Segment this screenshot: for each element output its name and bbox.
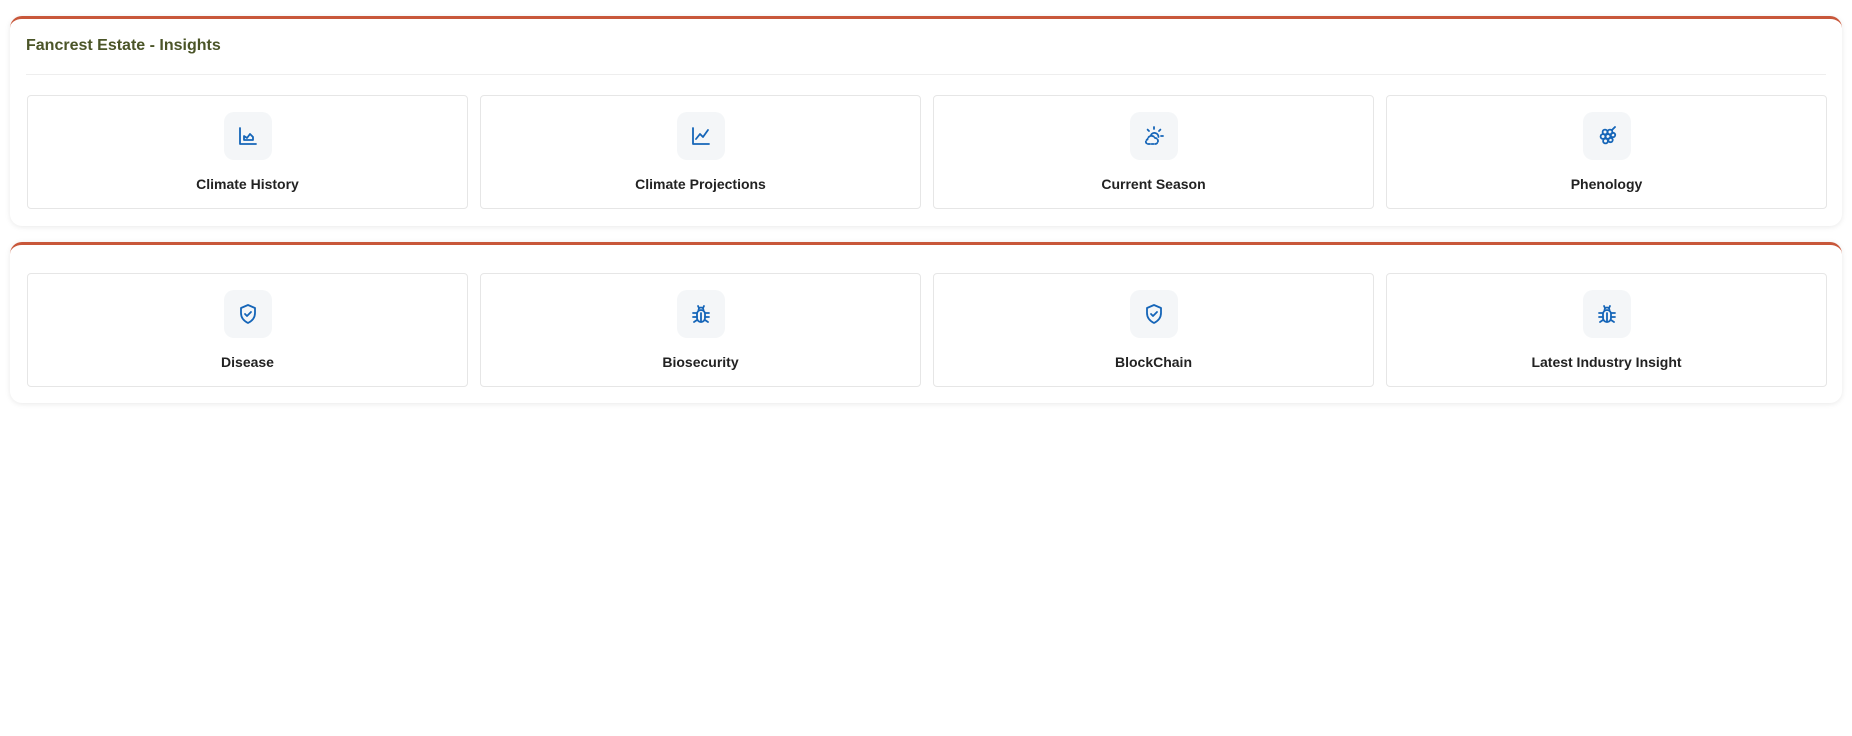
card-label: Disease [221,354,274,370]
biosecurity-card[interactable]: Biosecurity [480,273,921,387]
climate-projections-card[interactable]: Climate Projections [480,95,921,209]
phenology-card[interactable]: Phenology [1386,95,1827,209]
card-label: Phenology [1570,176,1643,192]
panel-title: Fancrest Estate - Insights [26,37,221,54]
blockchain-card[interactable]: BlockChain [933,273,1374,387]
card-label: Latest Industry Insight [1531,354,1682,370]
insights-card-grid: Climate History Climate Projections Curr… [27,95,1827,209]
current-season-card[interactable]: Current Season [933,95,1374,209]
bug-icon [676,290,725,338]
insights-panel: Fancrest Estate - Insights Climate Histo… [10,16,1842,226]
panel-divider [26,74,1826,75]
climate-history-card[interactable]: Climate History [27,95,468,209]
card-label: Climate Projections [635,176,766,192]
line-chart-icon [676,112,725,160]
risk-card-grid: Disease Biosecurity BlockChain Latest In… [27,273,1827,387]
bug-icon [1582,290,1631,338]
sun-cloud-icon [1129,112,1178,160]
latest-industry-insight-card[interactable]: Latest Industry Insight [1386,273,1827,387]
card-label: Biosecurity [662,354,739,370]
disease-card[interactable]: Disease [27,273,468,387]
card-label: Current Season [1101,176,1206,192]
shield-check-icon [1129,290,1178,338]
shield-check-icon [223,290,272,338]
card-label: BlockChain [1114,354,1192,370]
grapes-icon [1582,112,1631,160]
risk-panel: Disease Biosecurity BlockChain Latest In… [10,242,1842,403]
card-label: Climate History [196,176,299,192]
area-chart-icon [223,112,272,160]
